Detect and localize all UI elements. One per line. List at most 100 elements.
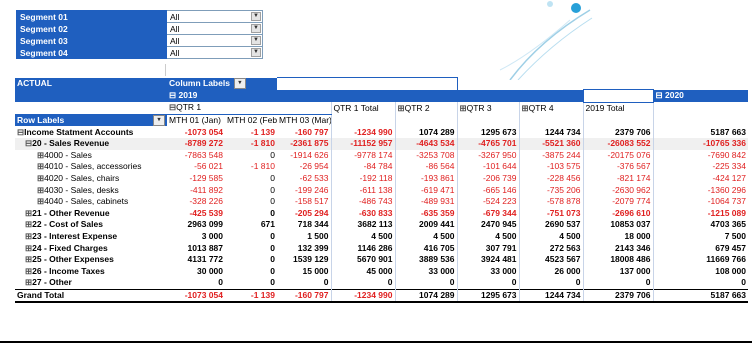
- value-cell: 0: [270, 254, 275, 265]
- value-cell: 0: [270, 242, 275, 253]
- row-label[interactable]: ⊞21 - Other Revenue: [15, 208, 167, 220]
- value-cell: 5670 901: [330, 253, 395, 266]
- value-cell: 30 000: [197, 265, 223, 276]
- value-cell: 3889 536: [394, 253, 457, 266]
- row-label[interactable]: ⊞4030 - Sales, desks: [15, 184, 167, 196]
- row-label[interactable]: ⊞23 - Interest Expense: [15, 231, 167, 243]
- row-label[interactable]: ⊞22 - Cost of Sales: [15, 219, 167, 231]
- value-cell: -679 344: [456, 207, 519, 220]
- value-cell: 0: [218, 277, 223, 288]
- qtr1-header[interactable]: ⊟QTR 1: [167, 102, 331, 115]
- value-cell: -86 564: [394, 161, 457, 173]
- value-cell: 4 500: [456, 230, 519, 243]
- value-cell: 0: [270, 196, 275, 207]
- value-cell: 2470 945: [456, 219, 519, 231]
- value-cell: -635 359: [394, 207, 457, 220]
- value-cell: 272 563: [518, 242, 583, 254]
- value-cell: -1 810: [250, 138, 275, 149]
- grand-total-cell: -160 797: [277, 288, 331, 304]
- filter-select[interactable]: All ▼: [166, 34, 263, 47]
- pivot-table: ACTUAL Column Labels ▾ ⊟ 2019 ⊟ 2020 ⊟QTR…: [15, 76, 748, 304]
- value-cell: -192 118: [330, 172, 395, 185]
- value-cell: -9778 174: [330, 149, 395, 162]
- filter-select[interactable]: All ▼: [166, 46, 263, 59]
- table-row: ⊞4010 - Sales, accessories -56 021 -1 810 -…: [15, 161, 748, 173]
- grand-total-label: Grand Total: [15, 288, 167, 304]
- expand-icon[interactable]: ⊞: [522, 103, 529, 113]
- value-cell: -158 517: [294, 196, 329, 207]
- table-row: ⊞23 - Interest Expense 3 000 0 1 500 4 500 4 …: [15, 230, 748, 243]
- value-cell: -206 739: [456, 172, 519, 185]
- value-cell: -7863 548: [184, 149, 223, 160]
- qtr2-header[interactable]: ⊞QTR 2: [394, 102, 457, 115]
- value-cell: 132 399: [297, 242, 329, 253]
- dropdown-arrow-icon[interactable]: ▼: [251, 24, 261, 33]
- qtr3-text: QTR 3: [466, 102, 492, 113]
- value-cell: 4131 772: [187, 254, 223, 265]
- table-row: ⊟20 - Sales Revenue -8789 272 -1 810 -2361 …: [15, 137, 748, 150]
- value-cell: -103 575: [518, 161, 583, 173]
- value-cell: 18008 486: [582, 253, 653, 266]
- row-label-text: 20 - Sales Revenue: [32, 138, 110, 149]
- row-label[interactable]: ⊞4040 - Sales, cabinets: [15, 196, 167, 208]
- grand-total-cell: -1073 054: [167, 288, 225, 304]
- value-cell: -129 585: [189, 173, 223, 184]
- value-cell: -821 174: [582, 172, 653, 185]
- row-labels-header[interactable]: Row Labels ▾: [15, 114, 167, 127]
- row-label-text: 4010 - Sales, accessories: [44, 161, 142, 172]
- value-cell: 1013 887: [187, 242, 223, 253]
- filter-row: Segment 01 All ▼: [16, 10, 263, 23]
- qtr4-header[interactable]: ⊞QTR 4: [518, 102, 583, 115]
- grand-total-cell: 1074 289: [394, 288, 457, 304]
- row-label[interactable]: ⊟Income Statment Accounts: [15, 126, 167, 138]
- table-row: ⊞24 - Fixed Charges 1013 887 0 132 399 1146 …: [15, 242, 748, 254]
- value-cell: 0: [394, 277, 457, 290]
- filter-value: All: [170, 23, 180, 34]
- filter-select[interactable]: All ▼: [166, 22, 263, 35]
- filter-label: Segment 02: [16, 22, 167, 35]
- row-label-text: 27 - Other: [32, 277, 72, 288]
- row-label-text: 4020 - Sales, chairs: [44, 173, 120, 184]
- dropdown-arrow-icon[interactable]: ▼: [251, 36, 261, 45]
- value-cell: -1360 296: [652, 184, 748, 196]
- value-cell: 5187 663: [652, 126, 748, 138]
- row-label-text: 4040 - Sales, cabinets: [44, 196, 129, 207]
- value-cell: 2963 099: [187, 219, 223, 230]
- filter-icon[interactable]: ▾: [153, 114, 165, 126]
- value-cell: 108 000: [652, 265, 748, 278]
- value-cell: 137 000: [582, 265, 653, 278]
- row-label[interactable]: ⊞26 - Income Taxes: [15, 266, 167, 278]
- expand-icon[interactable]: ⊞: [460, 103, 467, 113]
- dropdown-arrow-icon[interactable]: ▼: [251, 48, 261, 57]
- value-cell: 0: [518, 277, 583, 290]
- filter-icon[interactable]: ▾: [233, 78, 246, 90]
- row-label[interactable]: ⊞4010 - Sales, accessories: [15, 161, 167, 173]
- grand-total-cell: 1295 673: [456, 288, 519, 304]
- table-row: ⊞21 - Other Revenue -425 539 0 -205 294 -630…: [15, 207, 748, 220]
- row-label[interactable]: ⊞4020 - Sales, chairs: [15, 173, 167, 185]
- row-label[interactable]: ⊞24 - Fixed Charges: [15, 242, 167, 254]
- year-2019-text: 2019: [178, 90, 198, 101]
- value-cell: 671: [260, 219, 275, 230]
- row-label[interactable]: ⊞4000 - Sales: [15, 150, 167, 162]
- value-cell: 18 000: [582, 230, 653, 243]
- filter-label: Segment 01: [16, 10, 167, 23]
- year-2019-header[interactable]: ⊟ 2019: [167, 89, 583, 103]
- collapse-icon[interactable]: ⊟: [656, 90, 665, 100]
- row-label[interactable]: ⊞27 - Other: [15, 277, 167, 289]
- value-cell: -11152 957: [330, 137, 395, 150]
- value-cell: 45 000: [330, 265, 395, 278]
- qtr3-header[interactable]: ⊞QTR 3: [456, 102, 519, 115]
- value-cell: 2379 706: [582, 126, 653, 138]
- value-cell: -5521 360: [518, 137, 583, 150]
- grand-total-cell: -1 139: [225, 288, 277, 304]
- value-cell: -1215 089: [652, 207, 748, 220]
- expand-icon[interactable]: ⊞: [398, 103, 405, 113]
- value-cell: 33 000: [456, 265, 519, 278]
- year-2020-header[interactable]: ⊟ 2020: [653, 89, 748, 103]
- row-label[interactable]: ⊟20 - Sales Revenue: [15, 138, 167, 150]
- column-labels-header[interactable]: Column Labels ▾: [167, 77, 277, 90]
- row-label[interactable]: ⊞25 - Other Expenses: [15, 254, 167, 266]
- dropdown-arrow-icon[interactable]: ▼: [251, 12, 261, 21]
- filter-select[interactable]: All ▼: [166, 10, 263, 23]
